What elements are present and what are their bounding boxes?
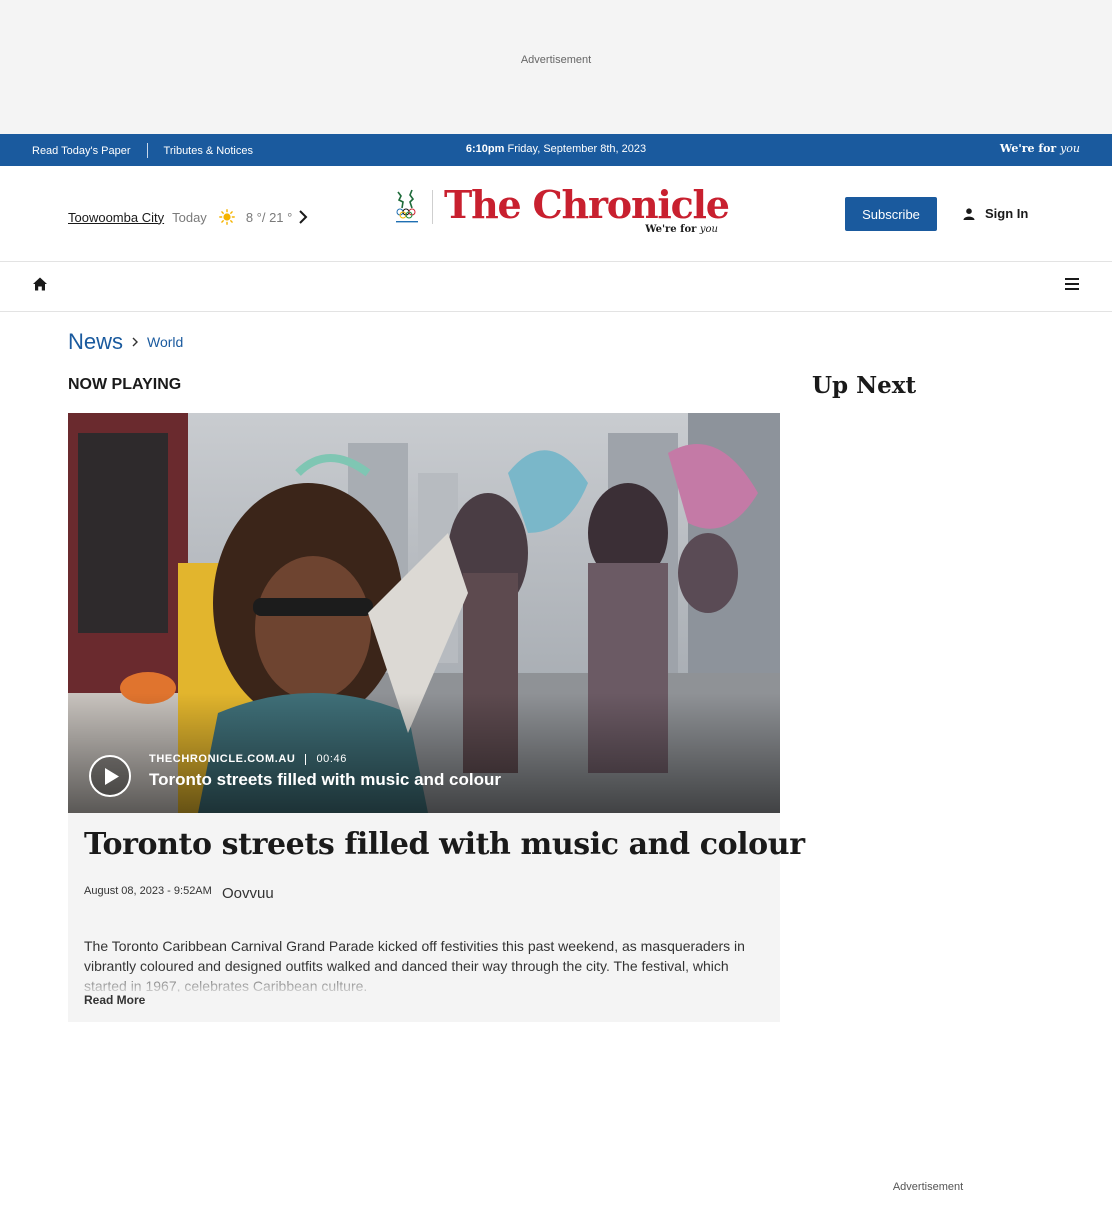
menu-icon[interactable] — [1064, 277, 1080, 291]
olympic-crest-icon — [396, 189, 418, 223]
home-icon[interactable] — [32, 276, 48, 292]
video-source: THECHRONICLE.COM.AU — [149, 753, 296, 765]
utility-bar: Read Today's Paper Tributes & Notices 6:… — [0, 134, 1112, 166]
breadcrumb-world-link[interactable]: World — [147, 334, 183, 350]
weather-widget[interactable]: Toowoomba City Today 8 °/ 21 ° — [68, 209, 308, 225]
article-card: Toronto streets filled with music and co… — [68, 813, 805, 1022]
breadcrumb-news-link[interactable]: News — [68, 329, 123, 355]
video-meta: THECHRONICLE.COM.AU 00:46 — [149, 753, 347, 765]
weather-city-link[interactable]: Toowoomba City — [68, 210, 164, 225]
current-date: Friday, September 8th, 2023 — [507, 143, 647, 155]
logo-tagline-main: We're for — [645, 224, 697, 235]
divider — [305, 753, 307, 765]
video-duration: 00:46 — [316, 753, 347, 765]
article-author: Oovvuu — [222, 885, 274, 902]
video-player[interactable]: THECHRONICLE.COM.AU 00:46 Toronto street… — [68, 413, 780, 813]
article-headline: Toronto streets filled with music and co… — [84, 827, 805, 862]
user-icon — [963, 207, 975, 220]
logo-tagline: We're for you — [645, 224, 718, 235]
tagline-script: you — [1060, 142, 1080, 155]
sun-icon — [218, 209, 235, 225]
logo-divider — [432, 190, 433, 224]
current-time: 6:10pm — [465, 143, 505, 155]
masthead: Toowoomba City Today 8 °/ 21 ° The Chron… — [0, 166, 1112, 262]
article-date: August 08, 2023 - 9:52AM — [84, 885, 212, 897]
logo-title: The Chronicle — [444, 182, 730, 227]
tagline-main: We're for — [999, 142, 1057, 155]
weather-day: Today — [172, 209, 207, 225]
logo-tagline-script: you — [699, 224, 718, 235]
play-button[interactable] — [89, 755, 131, 797]
now-playing-heading: NOW PLAYING — [68, 376, 182, 393]
advertisement-label: Advertisement — [520, 54, 592, 66]
video-title: Toronto streets filled with music and co… — [149, 770, 501, 789]
site-logo[interactable]: The Chronicle We're for you — [392, 182, 730, 242]
weather-temperatures: 8 °/ 21 ° — [245, 209, 293, 225]
breadcrumb: News World — [68, 329, 183, 355]
subscribe-button[interactable]: Subscribe — [845, 197, 937, 231]
description-fade — [84, 968, 764, 996]
chevron-right-icon[interactable] — [298, 210, 308, 224]
sidebar-advertisement-label: Advertisement — [892, 1181, 964, 1193]
read-more-button[interactable]: Read More — [84, 993, 145, 1007]
chevron-right-icon — [132, 337, 139, 347]
current-datetime: 6:10pm Friday, September 8th, 2023 — [0, 143, 1112, 155]
play-icon — [105, 768, 119, 785]
sign-in-label: Sign In — [985, 206, 1029, 221]
top-advertisement: Advertisement — [0, 0, 1112, 134]
sign-in-button[interactable]: Sign In — [963, 206, 1028, 221]
navigation-bar — [0, 262, 1112, 312]
tagline-logo: We're for you — [1000, 142, 1080, 155]
up-next-heading: Up Next — [812, 372, 917, 399]
